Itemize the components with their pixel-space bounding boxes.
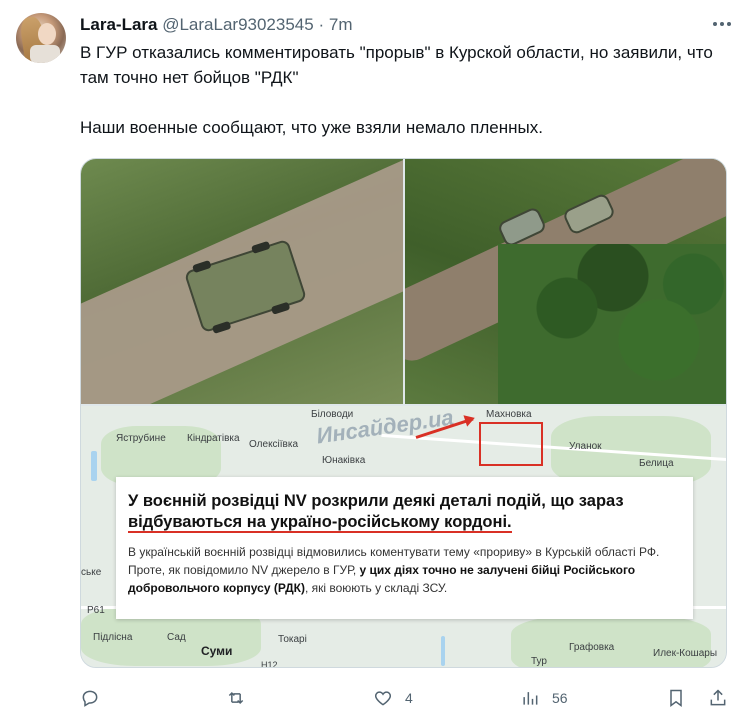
- map-label: ське: [81, 567, 102, 578]
- map-label: Белица: [639, 458, 674, 469]
- map-label: Біловоди: [311, 409, 354, 420]
- map-label: Олексіївка: [249, 439, 299, 450]
- map-label: Підлісна: [93, 632, 133, 643]
- drone-photo-left: [81, 159, 403, 404]
- heart-icon: [374, 691, 392, 706]
- author-name[interactable]: Lara-Lara: [80, 15, 157, 34]
- tweet-media-image[interactable]: Инсайдер.ua Біловоди Махновка Яструбине …: [80, 158, 727, 668]
- news-body: В українській воєнній розвідці відмовили…: [128, 543, 681, 597]
- tree-cover: [498, 244, 726, 404]
- tweet-text-line-2: Наши военные сообщают, что уже взяли нем…: [80, 118, 543, 137]
- map-label: Р61: [87, 605, 105, 616]
- like-button[interactable]: 4: [373, 684, 413, 712]
- map-label: Илек-Кошары: [653, 648, 718, 659]
- map-label: Уланок: [569, 441, 602, 452]
- tweet-header: Lara-Lara @LaraLar93023545 · 7m: [80, 14, 734, 36]
- news-title-part-1: У воєнній розвідці NV розкрили деякі дет…: [128, 492, 624, 510]
- map-label-city: Суми: [201, 644, 233, 658]
- map-label: Махновка: [486, 409, 532, 420]
- drone-photo-right: [405, 159, 726, 404]
- map-label: Тур: [531, 656, 547, 667]
- map-label: Н12: [261, 660, 278, 668]
- share-icon: [710, 689, 726, 706]
- tweet-actions-bar: 4 56: [80, 684, 730, 712]
- map-label: Графовка: [569, 642, 615, 653]
- separator-dot: ·: [318, 15, 325, 34]
- share-button[interactable]: [708, 684, 728, 712]
- news-body-part-2: , які воюють у складі ЗСУ.: [304, 581, 448, 595]
- more-dots-icon: [713, 22, 717, 26]
- news-quote-card: У воєнній розвідці NV розкрили деякі дет…: [116, 477, 693, 619]
- map-section: Инсайдер.ua Біловоди Махновка Яструбине …: [81, 406, 726, 668]
- like-count: 4: [405, 690, 413, 706]
- map-label: Сад: [167, 632, 186, 643]
- map-label: Юнаківка: [322, 455, 366, 466]
- news-title-part-2: відбуваються на україно-російському корд…: [128, 513, 512, 533]
- author-avatar[interactable]: [16, 13, 66, 63]
- map-label: Токарі: [278, 634, 307, 645]
- more-dots-icon: [727, 22, 731, 26]
- more-dots-icon: [720, 22, 724, 26]
- tweet-time[interactable]: 7m: [329, 15, 353, 34]
- views-chart-icon: [523, 692, 538, 705]
- bookmark-icon: [670, 689, 682, 707]
- avatar-face: [38, 23, 56, 45]
- avatar-scarf: [30, 45, 60, 63]
- views-button[interactable]: 56: [520, 684, 568, 712]
- more-options-button[interactable]: [708, 12, 736, 36]
- bookmark-button[interactable]: [666, 684, 686, 712]
- map-label: Яструбине: [116, 433, 166, 444]
- reply-icon: [82, 690, 98, 707]
- news-title: У воєнній розвідці NV розкрили деякі дет…: [128, 491, 681, 533]
- retweet-icon: [228, 691, 244, 705]
- tweet-text-line-1: В ГУР отказались комментировать "прорыв"…: [80, 43, 713, 87]
- author-handle[interactable]: @LaraLar93023545: [162, 15, 314, 34]
- views-count: 56: [552, 690, 568, 706]
- highlight-box: [479, 422, 543, 466]
- retweet-button[interactable]: [226, 684, 258, 712]
- tweet-text: В ГУР отказались комментировать "прорыв"…: [80, 40, 720, 140]
- map-label: Кіндратівка: [187, 433, 240, 444]
- reply-button[interactable]: [80, 684, 112, 712]
